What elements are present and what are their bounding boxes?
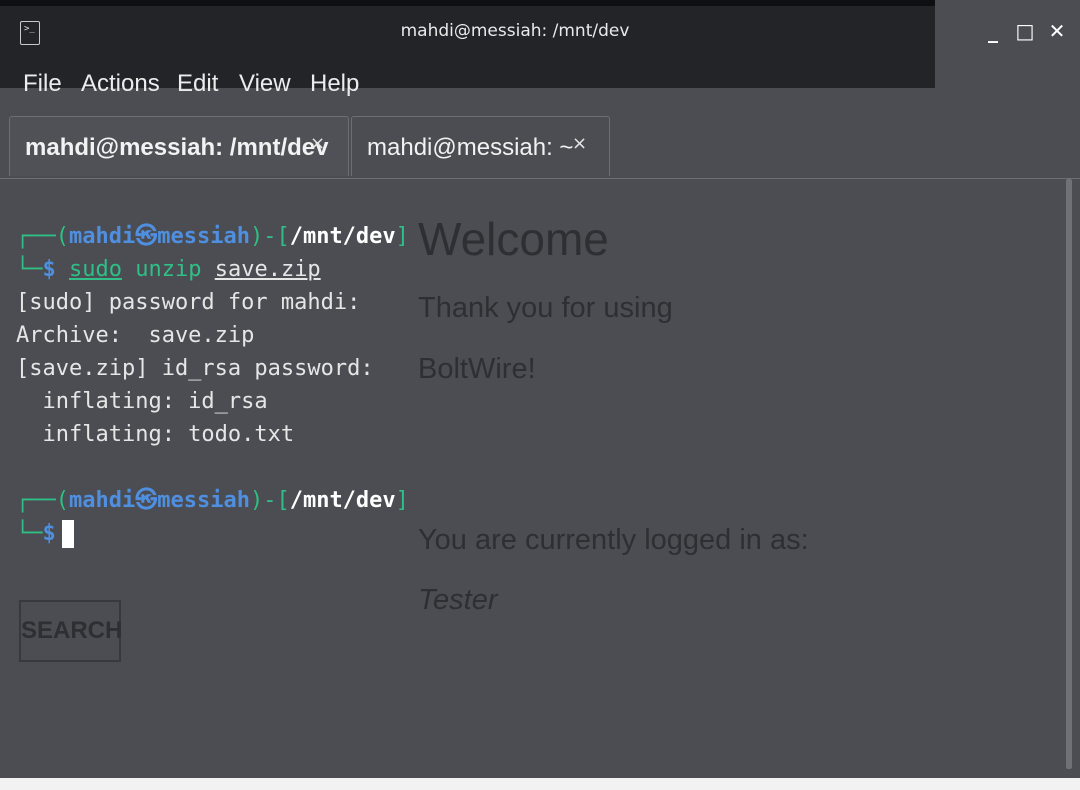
menu-edit[interactable]: Edit [177, 70, 218, 98]
tab-label: mahdi@messiah: /mnt/dev [25, 134, 329, 161]
text-cursor [62, 520, 74, 548]
minimize-button[interactable]: _ [982, 16, 1004, 46]
close-button[interactable]: ✕ [1046, 16, 1068, 46]
menubar: File Actions Edit View Help [0, 62, 935, 108]
tab-label: mahdi@messiah: ~ [367, 134, 574, 161]
thank-you-text: Thank you for using [418, 292, 673, 324]
menu-help[interactable]: Help [310, 70, 359, 98]
output-line: inflating: todo.txt [16, 422, 295, 447]
menu-file[interactable]: File [23, 70, 62, 98]
menu-view[interactable]: View [239, 70, 291, 98]
output-line: Archive: save.zip [16, 323, 255, 348]
logged-in-text: You are currently logged in as: [418, 524, 809, 556]
scrollbar[interactable] [1066, 179, 1072, 769]
menu-actions[interactable]: Actions [81, 70, 160, 98]
username-text: Tester [418, 584, 498, 616]
tab-close-icon[interactable]: × [310, 133, 325, 154]
prompt-line: ┌──(mahdi㉿messiah)-[/mnt/dev] [16, 224, 409, 249]
tab-mnt-dev[interactable]: mahdi@messiah: /mnt/dev × [9, 116, 349, 176]
window-title: mahdi@messiah: /mnt/dev [400, 21, 630, 41]
command-line: └─$ sudo unzip save.zip [16, 257, 321, 282]
welcome-heading: Welcome [418, 213, 609, 265]
maximize-button[interactable]: □ [1014, 16, 1036, 46]
tab-close-icon[interactable]: × [572, 133, 587, 154]
terminal-icon: >_ [20, 21, 40, 45]
command-line: └─$ [16, 521, 56, 546]
tab-bar: mahdi@messiah: /mnt/dev × mahdi@messiah:… [0, 108, 1080, 179]
output-line: inflating: id_rsa [16, 389, 268, 414]
output-line: [sudo] password for mahdi: [16, 290, 361, 315]
window-bottom-edge [0, 778, 1080, 790]
search-button[interactable]: SEARCH [19, 600, 122, 662]
output-line: [save.zip] id_rsa password: [16, 356, 374, 381]
titlebar-strip [0, 0, 935, 6]
tab-home[interactable]: mahdi@messiah: ~ × [351, 116, 610, 176]
prompt-line: ┌──(mahdi㉿messiah)-[/mnt/dev] [16, 488, 409, 513]
terminal-window: >_ mahdi@messiah: /mnt/dev _ □ ✕ File Ac… [0, 0, 1080, 778]
boltwire-text: BoltWire! [418, 353, 536, 385]
